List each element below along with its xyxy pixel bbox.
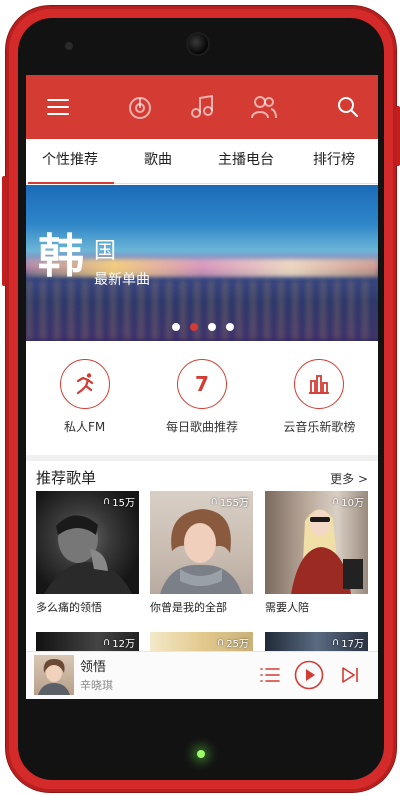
tab-recommend[interactable]: 个性推荐: [26, 139, 114, 184]
carousel-dot[interactable]: [208, 323, 216, 331]
search-icon[interactable]: [332, 91, 364, 123]
calendar-day-number: 7: [195, 372, 209, 396]
proximity-sensor: [65, 42, 73, 50]
tab-songs[interactable]: 歌曲: [114, 139, 202, 183]
water-reflection: [26, 280, 378, 340]
play-button[interactable]: [294, 660, 324, 690]
play-count: ∩ 10万: [332, 494, 364, 509]
playlist-title: 多么痛的领悟: [36, 601, 102, 614]
playlist-queue-icon[interactable]: [258, 662, 282, 688]
bar-chart-icon: [294, 359, 345, 409]
private-fm-label: 私人FM: [64, 420, 106, 434]
headphones-icon: ∩: [331, 637, 340, 648]
play-count: ∩ 15万: [103, 494, 135, 509]
calendar-day-icon: 7: [176, 359, 227, 409]
new-song-chart-button[interactable]: 云音乐新歌榜: [261, 343, 378, 447]
app-screen: 个性推荐 歌曲 主播电台 排行榜 韩 国 最新单曲 私人FM 7 每日歌曲推荐: [26, 75, 378, 699]
playlist-title: 你曾是我的全部: [150, 601, 227, 614]
front-camera: [188, 34, 208, 54]
playlist-card[interactable]: ∩ 25万: [150, 632, 253, 652]
playlist-card[interactable]: ∩ 17万: [265, 632, 368, 652]
carousel-dot[interactable]: [226, 323, 234, 331]
play-count-text: 10万: [341, 498, 364, 509]
play-count: ∩ 12万: [103, 635, 135, 650]
daily-recommend-button[interactable]: 7 每日歌曲推荐: [143, 343, 260, 447]
tab-radio[interactable]: 主播电台: [202, 139, 290, 183]
headphones-icon: ∩: [210, 496, 218, 507]
banner-carousel[interactable]: 韩 国 最新单曲: [26, 185, 378, 341]
playlist-card[interactable]: ∩ 12万: [36, 632, 139, 652]
tab-bar: 个性推荐 歌曲 主播电台 排行榜: [26, 139, 378, 184]
playlist-card[interactable]: ∩ 155万 你曾是我的全部: [150, 491, 253, 617]
section-title: 推荐歌单: [36, 469, 97, 487]
music-note-icon[interactable]: [186, 91, 218, 123]
now-playing-artist: 辛晓琪: [80, 679, 113, 692]
tab-charts[interactable]: 排行榜: [290, 139, 378, 183]
play-count-text: 15万: [112, 498, 135, 509]
volume-button: [2, 176, 6, 286]
play-count: ∩ 17万: [332, 635, 364, 650]
now-playing-cover: [34, 655, 74, 695]
more-link[interactable]: 更多 >: [330, 470, 368, 487]
headphones-icon: ∩: [216, 637, 225, 648]
banner-subtitle: 最新单曲: [94, 272, 150, 288]
play-count: ∩ 155万: [211, 494, 249, 509]
headphones-icon: ∩: [331, 496, 340, 507]
running-person-icon: [59, 359, 110, 409]
quick-entries: 私人FM 7 每日歌曲推荐 云音乐新歌榜: [26, 343, 378, 447]
playlist-card[interactable]: ∩ 10万 需要人陪: [265, 491, 368, 617]
carousel-dots: [172, 323, 234, 331]
now-playing-title: 领悟: [80, 660, 107, 675]
banner-title-char-2: 国: [94, 239, 117, 264]
play-count-text: 17万: [341, 639, 364, 650]
menu-icon[interactable]: [42, 91, 74, 123]
playlist-title: 需要人陪: [265, 601, 309, 614]
next-track-icon[interactable]: [338, 662, 362, 688]
new-song-chart-label: 云音乐新歌榜: [283, 420, 356, 434]
friends-icon[interactable]: [248, 91, 280, 123]
play-count: ∩ 25万: [217, 635, 249, 650]
headphones-icon: ∩: [102, 496, 111, 507]
notification-led: [197, 750, 205, 758]
netease-music-icon[interactable]: [124, 91, 156, 123]
play-count-text: 155万: [219, 498, 249, 509]
daily-recommend-label: 每日歌曲推荐: [165, 420, 238, 434]
carousel-dot[interactable]: [172, 323, 180, 331]
power-button: [396, 106, 400, 166]
play-count-text: 12万: [112, 639, 135, 650]
carousel-dot-active[interactable]: [190, 323, 198, 331]
recommend-playlists-header: 推荐歌单 更多 >: [26, 461, 378, 491]
top-bar: [26, 75, 378, 139]
banner-title-char: 韩: [38, 229, 84, 283]
playlist-card[interactable]: ∩ 15万 多么痛的领悟: [36, 491, 139, 617]
private-fm-button[interactable]: 私人FM: [26, 343, 143, 447]
play-count-text: 25万: [226, 639, 249, 650]
mini-player[interactable]: 领悟 辛晓琪: [26, 651, 378, 699]
headphones-icon: ∩: [102, 637, 111, 648]
